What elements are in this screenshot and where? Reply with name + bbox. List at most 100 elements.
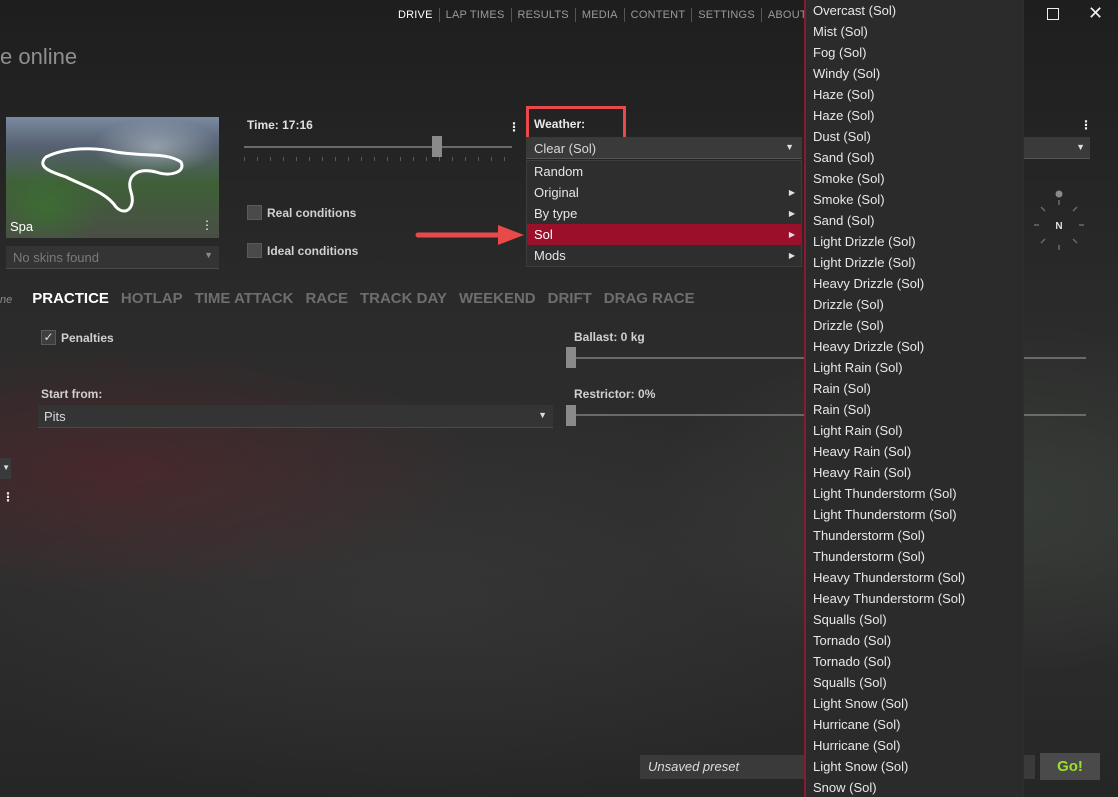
sol-weather-option[interactable]: Heavy Thunderstorm (Sol) bbox=[806, 567, 1023, 588]
sol-weather-option[interactable]: Dust (Sol) bbox=[806, 126, 1023, 147]
ballast-slider-track[interactable] bbox=[566, 357, 804, 359]
nav-item-settings[interactable]: SETTINGS bbox=[692, 8, 762, 22]
tab-track-day[interactable]: TRACK DAY bbox=[360, 290, 447, 307]
time-label: Time: 17:16 bbox=[247, 118, 313, 132]
sol-weather-option[interactable]: Thunderstorm (Sol) bbox=[806, 525, 1023, 546]
sol-weather-option[interactable]: Fog (Sol) bbox=[806, 42, 1023, 63]
submenu-arrow-icon: ▶ bbox=[788, 209, 795, 218]
tab-time-attack[interactable]: TIME ATTACK bbox=[195, 290, 294, 307]
sol-weather-option[interactable]: Rain (Sol) bbox=[806, 378, 1023, 399]
tab-weekend[interactable]: WEEKEND bbox=[459, 290, 536, 307]
nav-item-results[interactable]: RESULTS bbox=[512, 8, 576, 22]
nav-item-lap-times[interactable]: LAP TIMES bbox=[440, 8, 512, 22]
sol-weather-option[interactable]: Heavy Rain (Sol) bbox=[806, 462, 1023, 483]
sol-weather-option[interactable]: Tornado (Sol) bbox=[806, 630, 1023, 651]
compass-label: N bbox=[1055, 221, 1062, 232]
tab-drift[interactable]: DRIFT bbox=[548, 290, 592, 307]
right-menu-icon[interactable]: ⋮ bbox=[1080, 118, 1092, 132]
sol-weather-option[interactable]: Drizzle (Sol) bbox=[806, 294, 1023, 315]
sol-weather-option[interactable]: Heavy Rain (Sol) bbox=[806, 441, 1023, 462]
nav-item-media[interactable]: MEDIA bbox=[576, 8, 625, 22]
chevron-down-icon: ▼ bbox=[204, 250, 213, 260]
sol-weather-option[interactable]: Hurricane (Sol) bbox=[806, 714, 1023, 735]
sol-weather-option[interactable]: Rain (Sol) bbox=[806, 399, 1023, 420]
sol-weather-option[interactable]: Smoke (Sol) bbox=[806, 168, 1023, 189]
sol-weather-option[interactable]: Drizzle (Sol) bbox=[806, 315, 1023, 336]
right-select[interactable]: ▼ bbox=[1024, 137, 1090, 159]
sol-weather-option[interactable]: Light Rain (Sol) bbox=[806, 420, 1023, 441]
maximize-icon[interactable] bbox=[1047, 8, 1059, 20]
sol-weather-option[interactable]: Light Snow (Sol) bbox=[806, 693, 1023, 714]
compass-icon[interactable]: N bbox=[1024, 190, 1094, 260]
start-from-value: Pits bbox=[44, 409, 66, 424]
sol-weather-option[interactable]: Windy (Sol) bbox=[806, 63, 1023, 84]
sol-weather-option[interactable]: Squalls (Sol) bbox=[806, 672, 1023, 693]
time-slider-thumb[interactable] bbox=[431, 136, 442, 157]
sol-weather-option[interactable]: Mist (Sol) bbox=[806, 21, 1023, 42]
track-preview[interactable]: Spa ⋮ bbox=[6, 117, 219, 238]
ballast-slider-thumb[interactable] bbox=[566, 347, 576, 368]
restrictor-slider-track-end[interactable] bbox=[1024, 414, 1086, 416]
restrictor-slider-thumb[interactable] bbox=[566, 405, 576, 426]
weather-menu-item-mods[interactable]: Mods ▶ bbox=[527, 245, 801, 266]
preset-field-end[interactable] bbox=[1024, 755, 1035, 779]
sol-weather-option[interactable]: Heavy Thunderstorm (Sol) bbox=[806, 588, 1023, 609]
submenu-arrow-icon: ▶ bbox=[788, 251, 795, 260]
go-button[interactable]: Go! bbox=[1040, 753, 1100, 780]
sol-weather-option[interactable]: Light Snow (Sol) bbox=[806, 756, 1023, 777]
sol-weather-option[interactable]: Smoke (Sol) bbox=[806, 189, 1023, 210]
ballast-slider-track-end[interactable] bbox=[1024, 357, 1086, 359]
left-menu-icon[interactable]: ⋮ bbox=[2, 490, 14, 504]
restrictor-label: Restrictor: 0% bbox=[574, 387, 656, 401]
sol-weather-option[interactable]: Light Thunderstorm (Sol) bbox=[806, 483, 1023, 504]
sol-weather-option[interactable]: Sand (Sol) bbox=[806, 210, 1023, 231]
weather-menu-item-label: Original bbox=[534, 185, 579, 200]
weather-dropdown-menu: Random Original ▶ By type ▶ Sol ▶ Mods ▶ bbox=[526, 160, 802, 267]
chevron-down-icon: ▼ bbox=[2, 463, 10, 472]
weather-menu-item-random[interactable]: Random bbox=[527, 161, 801, 182]
weather-menu-item-sol[interactable]: Sol ▶ bbox=[527, 224, 801, 245]
preset-field[interactable]: Unsaved preset bbox=[640, 755, 804, 779]
time-menu-icon[interactable]: ⋮ bbox=[508, 120, 520, 134]
tab-practice[interactable]: PRACTICE bbox=[32, 290, 109, 307]
sol-weather-option[interactable]: Heavy Drizzle (Sol) bbox=[806, 273, 1023, 294]
track-menu-icon[interactable]: ⋮ bbox=[201, 218, 213, 232]
nav-item-content[interactable]: CONTENT bbox=[625, 8, 693, 22]
penalties-checkbox[interactable]: ✓ bbox=[41, 330, 56, 345]
real-conditions-checkbox[interactable] bbox=[247, 205, 262, 220]
sol-weather-option[interactable]: Light Drizzle (Sol) bbox=[806, 231, 1023, 252]
sol-weather-option[interactable]: Snow (Sol) bbox=[806, 777, 1023, 797]
sol-weather-option[interactable]: Light Rain (Sol) bbox=[806, 357, 1023, 378]
start-from-select[interactable]: Pits ▼ bbox=[38, 405, 553, 428]
tab-race[interactable]: RACE bbox=[305, 290, 348, 307]
sol-weather-option[interactable]: Haze (Sol) bbox=[806, 105, 1023, 126]
time-slider-track[interactable] bbox=[244, 146, 512, 148]
tab-hotlap[interactable]: HOTLAP bbox=[121, 290, 183, 307]
sol-weather-option[interactable]: Thunderstorm (Sol) bbox=[806, 546, 1023, 567]
nav-item-drive[interactable]: DRIVE bbox=[392, 8, 440, 22]
sol-weather-option[interactable]: Sand (Sol) bbox=[806, 147, 1023, 168]
annotation-arrow-icon bbox=[415, 225, 524, 245]
sol-weather-option[interactable]: Light Drizzle (Sol) bbox=[806, 252, 1023, 273]
sol-weather-option[interactable]: Overcast (Sol) bbox=[806, 0, 1023, 21]
sol-weather-option[interactable]: Squalls (Sol) bbox=[806, 609, 1023, 630]
sol-weather-option[interactable]: Light Thunderstorm (Sol) bbox=[806, 504, 1023, 525]
chevron-down-icon: ▼ bbox=[538, 410, 547, 420]
weather-select[interactable]: Clear (Sol) ▼ bbox=[526, 137, 802, 159]
tab-drag-race[interactable]: DRAG RACE bbox=[604, 290, 695, 307]
track-map-icon bbox=[41, 147, 184, 213]
start-from-label: Start from: bbox=[41, 387, 103, 401]
left-collapsed-select[interactable]: ▼ bbox=[0, 458, 11, 479]
skins-select[interactable]: No skins found ▼ bbox=[6, 246, 219, 269]
sol-weather-option[interactable]: Haze (Sol) bbox=[806, 84, 1023, 105]
weather-menu-item-original[interactable]: Original ▶ bbox=[527, 182, 801, 203]
close-icon[interactable]: ✕ bbox=[1088, 3, 1103, 24]
annotation-highlight-box bbox=[526, 106, 626, 141]
ideal-conditions-label: Ideal conditions bbox=[267, 244, 359, 258]
sol-weather-option[interactable]: Tornado (Sol) bbox=[806, 651, 1023, 672]
ideal-conditions-checkbox[interactable] bbox=[247, 243, 262, 258]
sol-weather-option[interactable]: Hurricane (Sol) bbox=[806, 735, 1023, 756]
sol-weather-option[interactable]: Heavy Drizzle (Sol) bbox=[806, 336, 1023, 357]
restrictor-slider-track[interactable] bbox=[566, 414, 804, 416]
weather-menu-item-by-type[interactable]: By type ▶ bbox=[527, 203, 801, 224]
